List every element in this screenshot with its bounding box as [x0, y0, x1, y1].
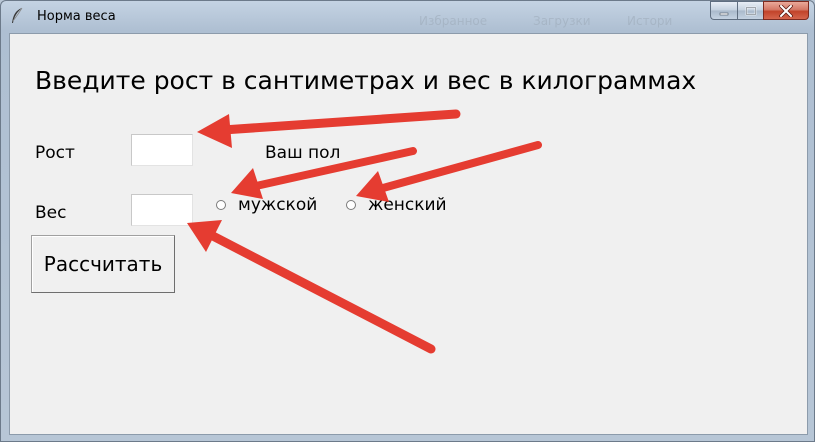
form-area: Введите рост в сантиметрах и вес в килог…: [9, 33, 808, 435]
radio-button[interactable]: [216, 200, 226, 210]
window-title: Норма веса: [37, 9, 116, 24]
instruction-heading: Введите рост в сантиметрах и вес в килог…: [35, 66, 697, 95]
maximize-button[interactable]: [737, 1, 763, 20]
weight-label: Вес: [35, 203, 67, 223]
radio-male-label: мужской: [238, 195, 318, 215]
minimize-icon: [719, 12, 729, 15]
maximize-icon: [745, 6, 756, 15]
radio-female-label: женский: [368, 195, 447, 215]
title-bar[interactable]: Норма веса Избранное Загрузки Истори: [1, 1, 814, 33]
sex-label: Ваш пол: [265, 143, 341, 163]
radio-button[interactable]: [346, 200, 356, 210]
calculate-button[interactable]: Рассчитать: [31, 235, 175, 293]
weight-input[interactable]: [131, 194, 193, 226]
radio-male[interactable]: мужской: [216, 195, 317, 215]
minimize-button[interactable]: [710, 1, 737, 20]
app-window: Норма веса Избранное Загрузки Истори Вве…: [0, 0, 815, 442]
window-controls: [710, 1, 809, 22]
background-tab-label: Избранное: [419, 14, 488, 28]
background-tab-label: Загрузки: [533, 14, 591, 28]
background-tab-label: Истори: [627, 14, 673, 28]
height-input[interactable]: [131, 134, 193, 166]
radio-female[interactable]: женский: [346, 195, 447, 215]
close-button[interactable]: [763, 1, 809, 20]
height-label: Рост: [35, 143, 75, 163]
feather-icon: [12, 7, 23, 23]
close-icon: [779, 4, 793, 17]
